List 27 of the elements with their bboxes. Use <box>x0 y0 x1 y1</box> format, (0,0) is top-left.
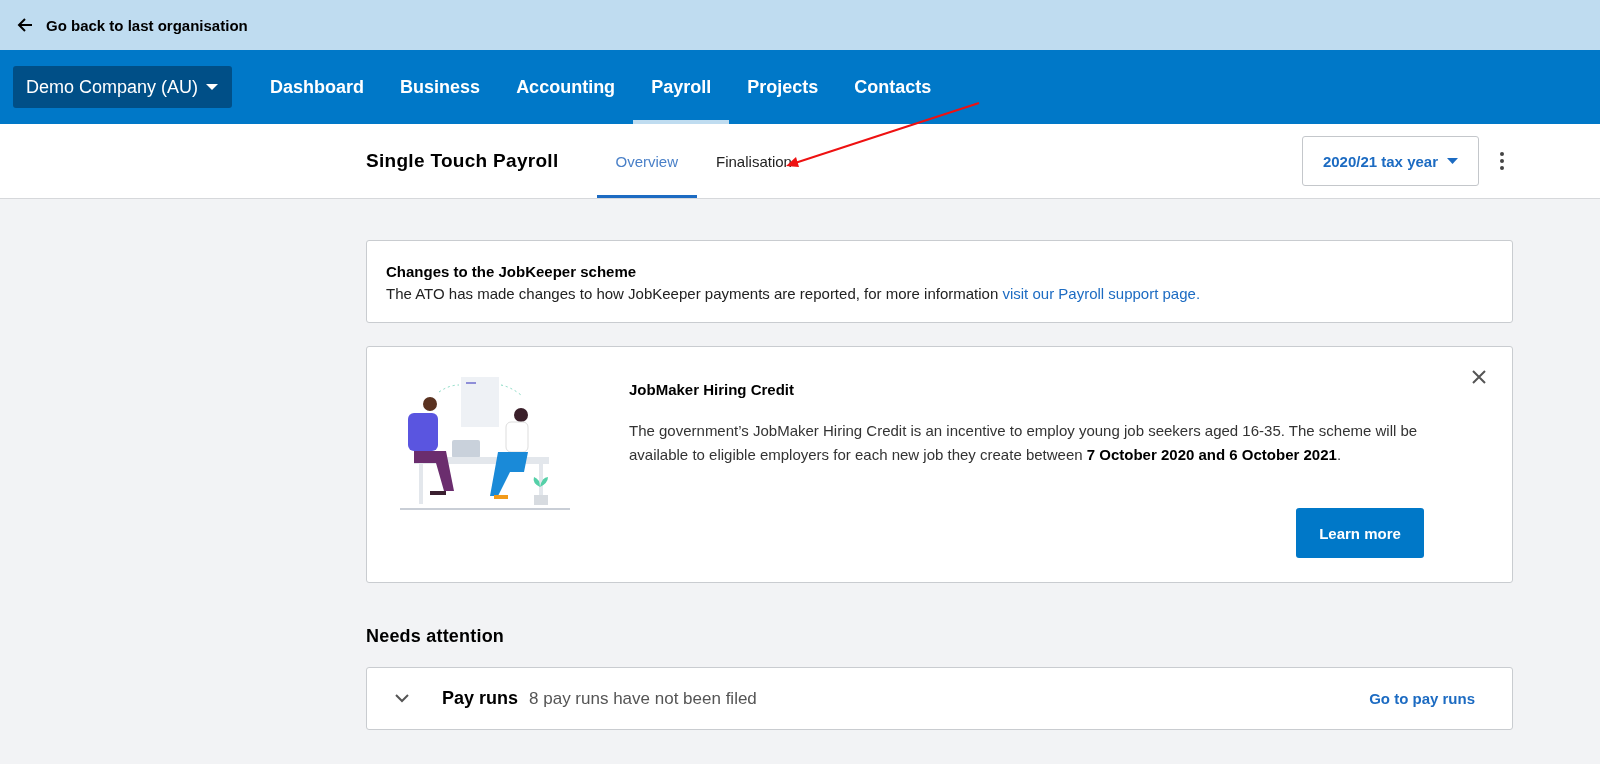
more-options-icon[interactable] <box>1499 151 1505 171</box>
organisation-switcher[interactable]: Demo Company (AU) <box>13 66 233 108</box>
item-title: Pay runs <box>442 688 519 709</box>
learn-more-button[interactable]: Learn more <box>1296 508 1424 558</box>
nav-tab[interactable]: Dashboard <box>252 50 383 124</box>
nav-tab[interactable]: Business <box>382 50 499 124</box>
promo-text: The government’s JobMaker Hiring Credit is an incentive to employ young job seekers aged 16-35. The scheme will be available to eligible employers for each new job they create between 7 October 2020 and 6 October 2021. <box>629 421 1419 465</box>
nav-tab[interactable]: Accounting <box>498 50 634 124</box>
pay-runs-link[interactable]: Go to pay runs <box>1369 690 1475 707</box>
section-heading: Needs attention <box>366 626 506 647</box>
tax-year-dropdown[interactable]: 2020/21 tax year <box>1301 136 1479 186</box>
page-tab[interactable]: Overview <box>596 124 698 198</box>
caret-icon <box>206 83 219 91</box>
item-description: 8 pay runs have not been filed <box>529 688 757 709</box>
notice-title: Changes to the JobKeeper scheme <box>386 263 638 280</box>
page-tab[interactable]: Finalisation <box>697 124 811 198</box>
chevron-icon[interactable] <box>395 694 409 703</box>
back-link[interactable]: Go back to last organisation <box>16 16 248 34</box>
notice-text: The ATO has made changes to how JobKeeper payments are reported, for more information visit our Payroll support page. <box>386 285 1202 302</box>
support-page-link[interactable]: visit our Payroll support page. <box>1002 285 1201 302</box>
back-arrow-icon <box>16 16 34 34</box>
page-title: Single Touch Payroll <box>366 150 559 172</box>
close-icon[interactable] <box>1470 368 1488 386</box>
nav-tab[interactable]: Projects <box>729 50 837 124</box>
promo-title: JobMaker Hiring Credit <box>629 381 796 398</box>
nav-tab[interactable]: Contacts <box>836 50 950 124</box>
caret-icon <box>1447 158 1458 164</box>
